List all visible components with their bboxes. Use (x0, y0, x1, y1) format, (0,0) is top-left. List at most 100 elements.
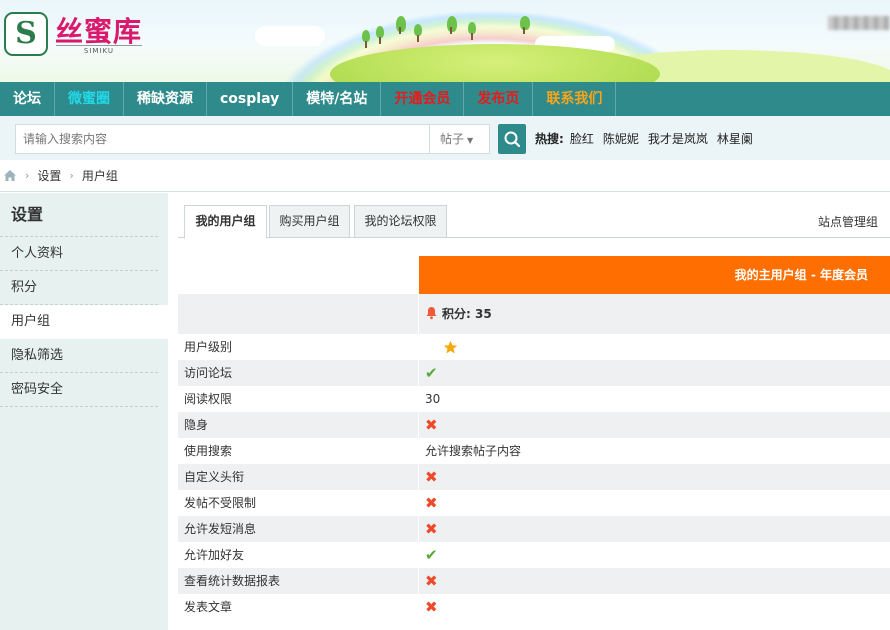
check-icon: ✔ (425, 364, 438, 382)
sidebar-item-profile[interactable]: 个人资料 (0, 237, 158, 271)
permission-rows: 用户级别 访问论坛 ✔ 阅读权限 30 隐身 ✖ 使用搜索 允许搜索帖子内容 自… (178, 334, 890, 620)
nav-item-rare-resources[interactable]: 稀缺资源 (124, 82, 207, 116)
cross-icon: ✖ (425, 520, 438, 538)
permission-value: ✔ (419, 542, 890, 568)
permission-label: 发表文章 (184, 600, 233, 614)
permission-label: 阅读权限 (184, 392, 233, 406)
site-logo-text[interactable]: 丝蜜库 (55, 10, 142, 50)
table-row: 用户级别 (178, 334, 890, 360)
hot-search-term[interactable]: 陈妮妮 (603, 130, 639, 148)
table-row: 查看统计数据报表 ✖ (178, 568, 890, 594)
permission-label: 允许加好友 (184, 548, 245, 562)
permission-value (419, 334, 890, 360)
cross-icon: ✖ (425, 468, 438, 486)
table-row: 允许加好友 ✔ (178, 542, 890, 568)
tab-forum-permissions[interactable]: 我的论坛权限 (354, 205, 447, 238)
permission-label: 自定义头衔 (178, 464, 418, 490)
score-cell: 积分: 35 (419, 294, 890, 334)
permission-label: 发帖不受限制 (184, 496, 257, 510)
nav-item-release-page[interactable]: 发布页 (464, 82, 534, 116)
cross-icon: ✖ (425, 416, 438, 434)
sidebar-item-password[interactable]: 密码安全 (0, 373, 158, 407)
logo-letter: S (15, 16, 37, 51)
search-type-label: 帖子 (440, 132, 465, 146)
sidebar-item-credits[interactable]: 积分 (0, 271, 158, 305)
main-usergroup-header: 我的主用户组 - 年度会员 (419, 256, 890, 294)
site-banner: S 丝蜜库 SIMIKU (0, 0, 890, 82)
table-row: 访问论坛 ✔ (178, 360, 890, 386)
search-bar: 帖子▼ 热搜: 脸红 陈妮妮 我才是岚岚 林星阑 (0, 116, 890, 160)
cross-icon: ✖ (425, 598, 438, 616)
star-icon (443, 340, 458, 353)
tab-my-usergroup[interactable]: 我的用户组 (184, 205, 267, 239)
hot-search-term[interactable]: 我才是岚岚 (648, 130, 708, 148)
hot-search: 热搜: 脸红 陈妮妮 我才是岚岚 林星阑 (535, 130, 762, 148)
hot-search-term[interactable]: 脸红 (570, 130, 594, 148)
sidebar-item-usergroup[interactable]: 用户组 (0, 305, 168, 339)
permission-label: 访问论坛 (178, 360, 418, 386)
sidebar-item-privacy[interactable]: 隐私筛选 (0, 339, 158, 373)
permission-label: 查看统计数据报表 (178, 568, 418, 594)
table-row: 发表文章 ✖ (178, 594, 890, 620)
nav-item-models[interactable]: 模特/名站 (293, 82, 382, 116)
tree-decoration (414, 24, 422, 42)
tree-decoration (376, 26, 384, 44)
home-icon[interactable] (3, 169, 17, 182)
table-row: 阅读权限 30 (178, 386, 890, 412)
site-logo-subtitle: SIMIKU (56, 45, 142, 55)
caret-down-icon: ▼ (467, 136, 474, 145)
moon-icon (430, 341, 436, 353)
permission-label: 用户级别 (184, 340, 233, 354)
tab-buy-usergroup[interactable]: 购买用户组 (269, 205, 350, 238)
search-icon (504, 131, 521, 148)
site-logo-icon[interactable]: S (4, 12, 48, 56)
permission-value: ✖ (419, 594, 890, 620)
tree-decoration (396, 16, 406, 34)
permission-value: ✖ (419, 464, 890, 490)
breadcrumb-settings[interactable]: 设置 (37, 167, 61, 184)
cloud-decoration (255, 26, 325, 46)
permission-value: ✖ (419, 516, 890, 542)
settings-sidebar: 设置 个人资料 积分 用户组 隐私筛选 密码安全 (0, 193, 168, 630)
search-type-select[interactable]: 帖子 ▼ (429, 124, 490, 154)
permission-value: ✖ (419, 568, 890, 594)
tree-decoration (520, 16, 530, 34)
cross-icon: ✖ (425, 572, 438, 590)
hot-search-term[interactable]: 林星阑 (717, 130, 753, 148)
score-value: 积分: 35 (442, 307, 492, 321)
main-nav: 论坛 微蜜圈 稀缺资源 cosplay 模特/名站 开通会员 发布页 联系我们 (0, 82, 890, 116)
table-row: 允许发短消息 ✖ (178, 516, 890, 542)
tree-decoration (468, 22, 476, 40)
cross-icon: ✖ (425, 494, 438, 512)
sidebar-title: 设置 (0, 193, 158, 237)
permission-label: 隐身 (178, 412, 418, 438)
bell-icon (426, 307, 437, 320)
nav-item-membership[interactable]: 开通会员 (381, 82, 465, 116)
score-row-blank (178, 294, 418, 334)
tree-decoration (447, 16, 457, 34)
permission-value: 允许搜索帖子内容 (425, 444, 522, 458)
hot-search-label: 热搜: (535, 132, 564, 146)
usergroup-tabs: 我的用户组 购买用户组 我的论坛权限 站点管理组 (178, 205, 890, 239)
table-row: 使用搜索 允许搜索帖子内容 (178, 438, 890, 464)
table-row: 隐身 ✖ (178, 412, 890, 438)
site-admin-link[interactable]: 站点管理组 (818, 213, 878, 230)
permission-value: 30 (425, 392, 441, 406)
nav-item-forum[interactable]: 论坛 (0, 82, 55, 116)
user-info-blurred[interactable] (828, 16, 890, 30)
tree-decoration (362, 30, 370, 48)
permission-value: ✖ (419, 412, 890, 438)
search-input[interactable] (15, 124, 429, 154)
permission-value: ✖ (419, 490, 890, 516)
chevron-right-icon: › (69, 169, 74, 182)
permission-value: ✔ (419, 360, 890, 386)
nav-item-cosplay[interactable]: cosplay (207, 82, 294, 116)
table-header-blank (178, 256, 418, 294)
table-row: 自定义头衔 ✖ (178, 464, 890, 490)
nav-item-weimiquan[interactable]: 微蜜圈 (55, 82, 124, 116)
permission-label: 使用搜索 (184, 444, 233, 458)
nav-item-contact[interactable]: 联系我们 (533, 82, 617, 116)
search-button[interactable] (498, 124, 526, 154)
check-icon: ✔ (425, 546, 438, 564)
breadcrumb-usergroup[interactable]: 用户组 (82, 167, 118, 184)
